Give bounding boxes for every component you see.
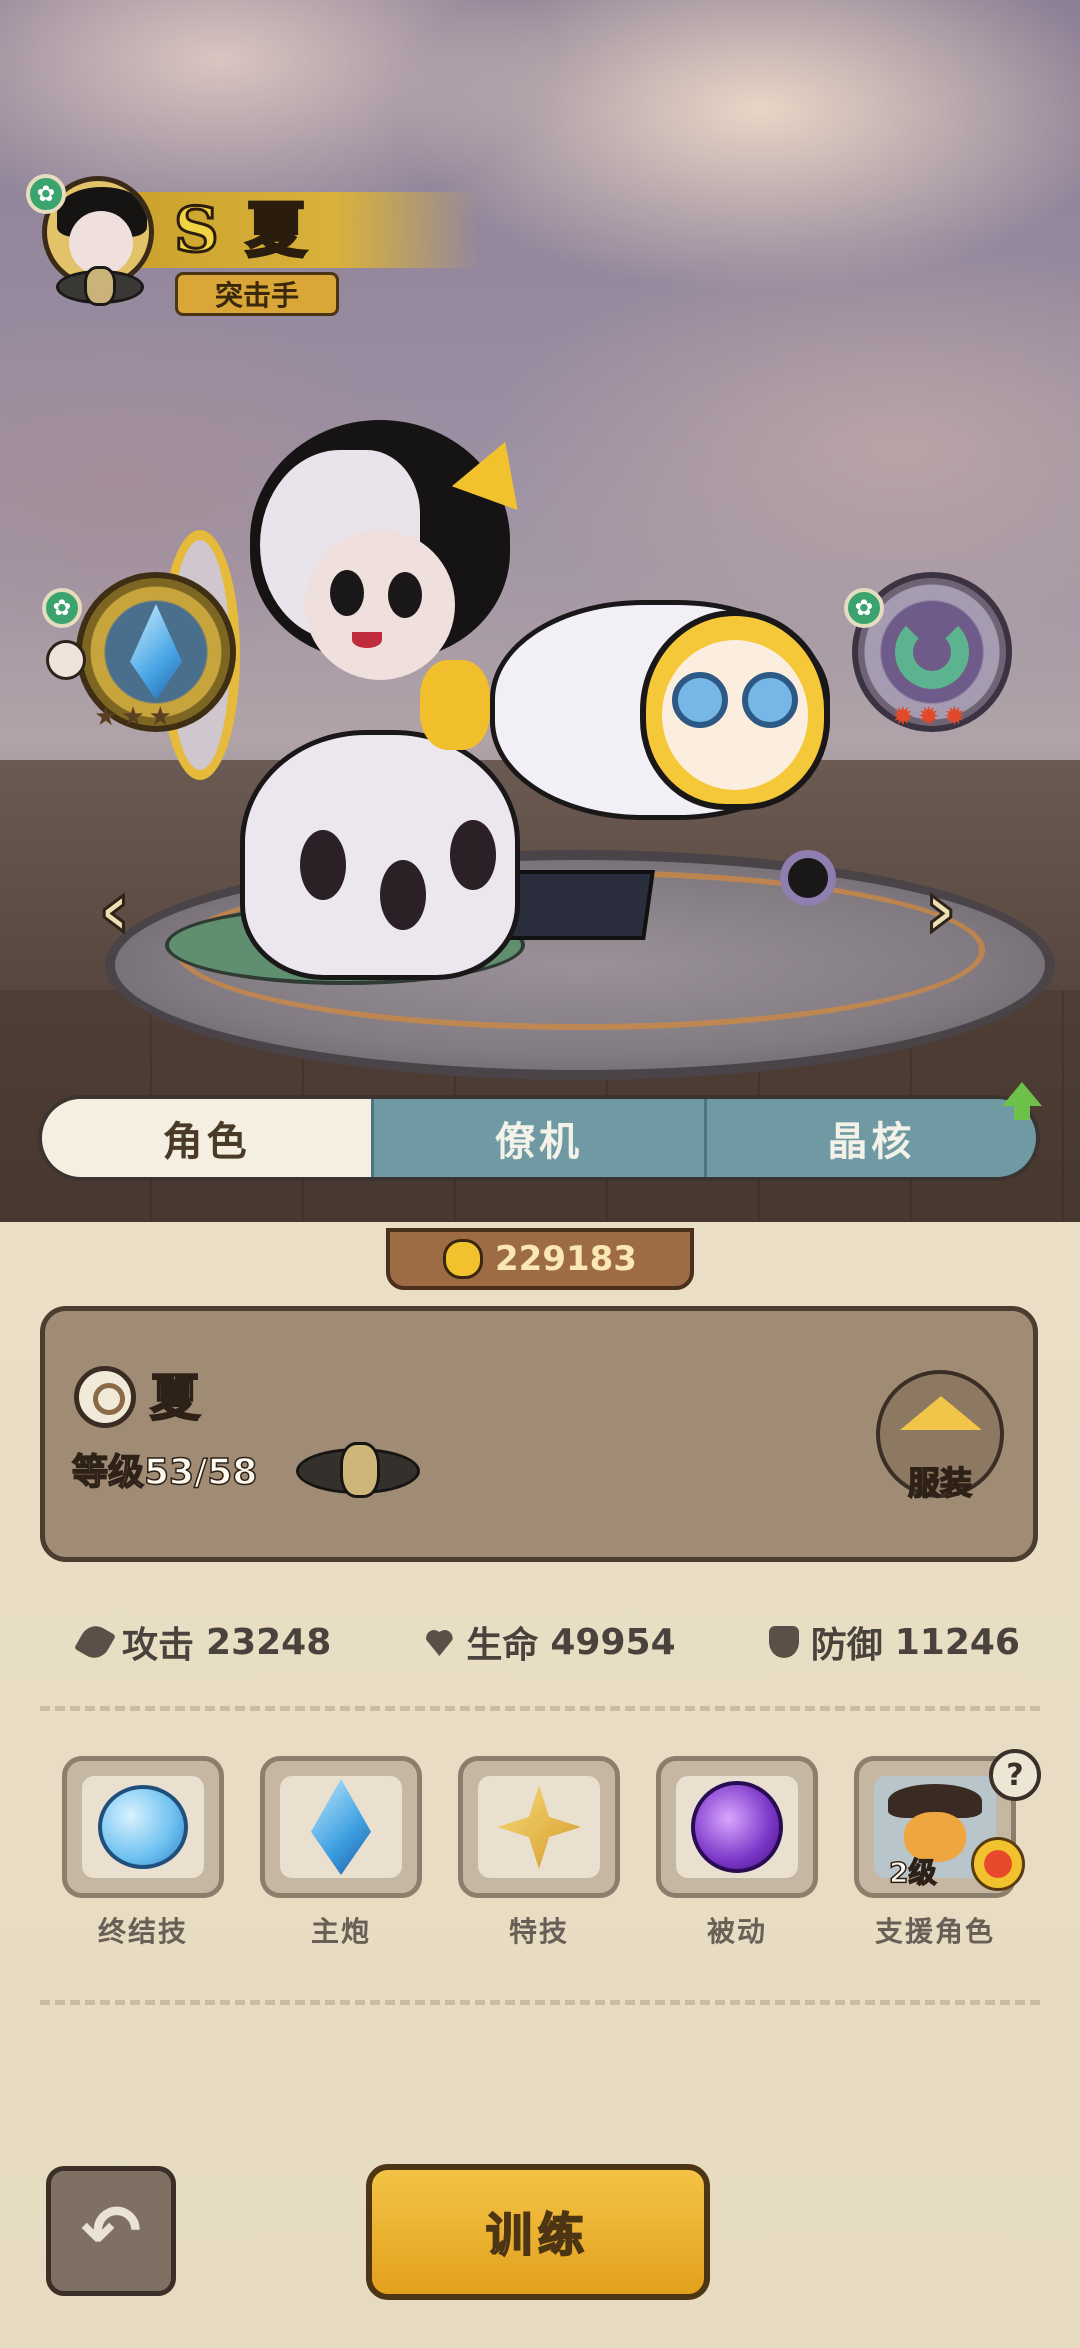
upgrade-arrow-stem	[1014, 1104, 1030, 1120]
character-mouth	[352, 632, 382, 648]
fist-power-icon	[443, 1239, 484, 1279]
power-display: 229183	[386, 1228, 694, 1290]
gear-left-stars: ★ ★ ★	[94, 704, 172, 730]
grade-badge: S	[173, 192, 221, 268]
outfit-label: 服装	[907, 1463, 973, 1503]
stat-label: 防御	[810, 1625, 883, 1666]
skill-label: 主炮	[310, 1915, 371, 1948]
tab-bar: 角色 僚机 晶核	[38, 1095, 1040, 1181]
character-eye-left	[330, 570, 364, 616]
skill-label: 被动	[706, 1915, 767, 1948]
next-character-arrow[interactable]: ›	[923, 868, 959, 951]
plane-eye-left	[672, 672, 728, 728]
skill-frame: 2级 ?	[854, 1749, 1041, 1898]
skill-icon-box	[280, 1776, 402, 1878]
character-face	[305, 530, 455, 680]
role-tag: 突击手	[175, 272, 339, 316]
skill-frame	[260, 1756, 422, 1898]
card-character-name: 夏	[149, 1368, 201, 1428]
stat-defense: 防御 11246	[768, 1612, 1020, 1672]
tab-character[interactable]: 角色	[42, 1099, 372, 1177]
rank-emblem-icon	[84, 266, 116, 306]
section-divider	[40, 2000, 1040, 2005]
star-icon: ★	[121, 702, 145, 732]
stat-health: 生命 49954	[424, 1612, 676, 1672]
skill-label: 支援角色	[874, 1915, 995, 1948]
support-level: 2级	[888, 1855, 937, 1890]
attack-icon	[74, 1620, 116, 1664]
dress-pattern	[450, 820, 496, 890]
rank-emblem-icon	[340, 1442, 380, 1498]
plane-wheel	[780, 850, 836, 906]
skill-icon-box	[478, 1776, 600, 1878]
leaf-element-icon: ✿	[26, 174, 66, 214]
stat-value: 23248	[206, 1621, 332, 1663]
hanger-icon	[900, 1396, 982, 1430]
gear-right-stars: ✹ ✹ ✹	[892, 704, 965, 730]
back-arrow-icon: ↶	[80, 2189, 142, 2273]
magnifier-icon[interactable]	[74, 1366, 136, 1428]
defense-shield-icon	[768, 1626, 799, 1658]
skill-icon-box	[82, 1776, 204, 1878]
stat-attack: 攻击 23248	[74, 1612, 332, 1672]
skill-passive[interactable]: 被动	[656, 1756, 818, 1950]
skill-label: 特技	[508, 1915, 569, 1948]
skill-frame	[656, 1756, 818, 1898]
skill-frame	[62, 1756, 224, 1898]
skill-support-character[interactable]: 2级 ? 支援角色	[854, 1749, 1041, 1950]
stats-row: 攻击 23248 生命 49954 防御 11246	[74, 1612, 1020, 1672]
help-icon[interactable]: ?	[989, 1749, 1041, 1801]
star-icon: ✹	[917, 702, 940, 732]
star-icon: ★	[148, 702, 172, 732]
star-icon: ★	[94, 702, 118, 732]
gold-star-icon	[497, 1785, 581, 1869]
blue-gem-icon	[311, 1779, 371, 1875]
crystal-icon	[130, 604, 182, 700]
skill-main-cannon[interactable]: 主炮	[260, 1756, 422, 1950]
health-heart-icon	[424, 1626, 454, 1658]
star-icon: ✹	[892, 702, 914, 732]
skills-row: 终结技 主炮 特技 被动 2级 ? 支援角色	[62, 1749, 1062, 1950]
stat-label: 生命	[466, 1625, 539, 1666]
skill-icon-box	[676, 1776, 798, 1878]
skill-special[interactable]: 特技	[458, 1756, 620, 1950]
leaf-element-icon: ✿	[844, 588, 884, 628]
stat-label: 攻击	[122, 1625, 195, 1666]
tab-core[interactable]: 晶核	[703, 1099, 1036, 1177]
character-gold-ornament	[420, 660, 490, 750]
character-eye-right	[388, 572, 422, 618]
train-button[interactable]: 训练	[366, 2164, 710, 2300]
stat-value: 49954	[550, 1621, 676, 1663]
skill-ultimate[interactable]: 终结技	[62, 1756, 224, 1950]
purple-orb-icon	[691, 1781, 783, 1873]
prev-character-arrow[interactable]: ‹	[97, 868, 133, 951]
coin-badge-icon	[971, 1837, 1025, 1891]
back-button[interactable]: ↶	[46, 2166, 176, 2296]
character-name: 夏	[245, 195, 308, 268]
skill-label: 终结技	[97, 1915, 188, 1948]
horseshoe-magnet-icon	[895, 615, 969, 689]
stat-value: 11246	[894, 1621, 1020, 1663]
ice-apple-icon	[98, 1785, 188, 1869]
dress-pattern	[380, 860, 426, 930]
power-value: 229183	[495, 1239, 637, 1279]
section-divider	[40, 1706, 1040, 1711]
small-avatar-icon	[46, 640, 86, 680]
tab-wingman[interactable]: 僚机	[371, 1099, 703, 1177]
star-icon: ✹	[943, 702, 966, 732]
leaf-element-icon: ✿	[42, 588, 82, 628]
plane-eye-right	[742, 672, 798, 728]
skill-frame	[458, 1756, 620, 1898]
upgrade-arrow-icon	[1002, 1082, 1042, 1106]
dress-pattern	[300, 830, 346, 900]
character-level: 等级53/58	[71, 1451, 258, 1494]
